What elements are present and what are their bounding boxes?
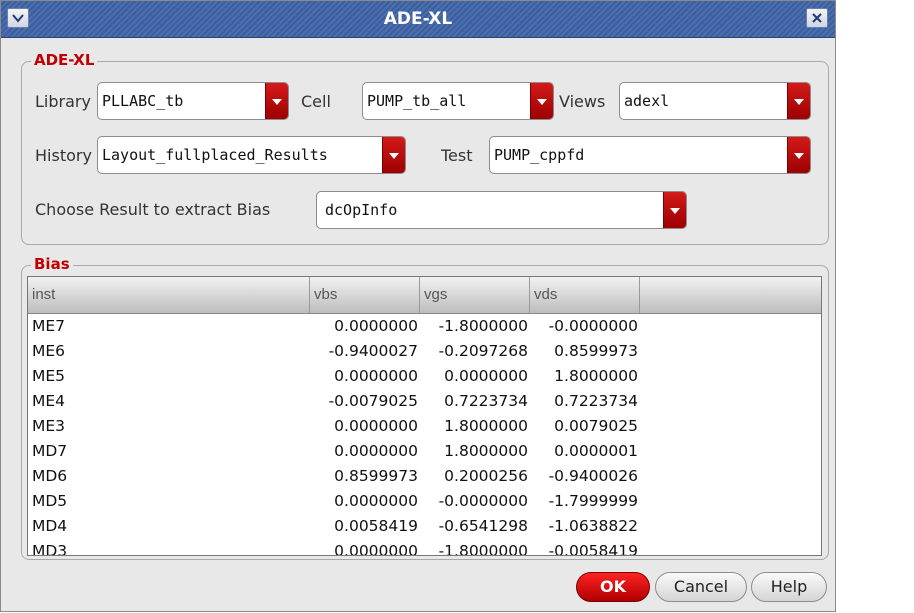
vds-cell: 0.0079025 bbox=[554, 417, 638, 435]
vbs-cell: 0.0000000 bbox=[334, 367, 418, 385]
inst-cell: ME5 bbox=[32, 367, 66, 385]
inst-cell: ME4 bbox=[32, 392, 66, 410]
vgs-cell: -0.0000000 bbox=[438, 492, 528, 510]
vbs-cell: 0.0000000 bbox=[334, 542, 418, 556]
test-combo[interactable]: PUMP_cppfd bbox=[489, 136, 811, 174]
vgs-cell: -1.8000000 bbox=[438, 542, 528, 556]
vbs-cell: 0.0000000 bbox=[334, 492, 418, 510]
history-value: Layout_fullplaced_Results bbox=[102, 146, 328, 164]
table-row[interactable]: MD6 0.8599973 0.2000256 -0.9400026 bbox=[28, 464, 821, 489]
history-combo[interactable]: Layout_fullplaced_Results bbox=[97, 136, 406, 174]
vgs-cell: 1.8000000 bbox=[444, 442, 528, 460]
library-combo[interactable]: PLLABC_tb bbox=[97, 82, 289, 120]
result-label: Choose Result to extract Bias bbox=[35, 200, 271, 219]
history-label: History bbox=[35, 146, 92, 165]
bias-table[interactable]: inst vbs vgs vds ME7 0.0000000 -1.8000000 -… bbox=[27, 276, 822, 556]
test-value: PUMP_cppfd bbox=[494, 146, 585, 164]
views-value: adexl bbox=[624, 92, 670, 110]
inst-cell: MD4 bbox=[32, 517, 68, 535]
table-row[interactable]: MD7 0.0000000 1.8000000 0.0000001 bbox=[28, 439, 821, 464]
vgs-cell: 0.7223734 bbox=[444, 392, 528, 410]
vds-cell: 0.8599973 bbox=[554, 342, 638, 360]
vgs-cell: 1.8000000 bbox=[444, 417, 528, 435]
vgs-cell: -1.8000000 bbox=[438, 317, 528, 335]
table-row[interactable]: MD4 0.0058419 -0.6541298 -1.0638822 bbox=[28, 514, 821, 539]
column-header-vds[interactable]: vds bbox=[530, 277, 640, 313]
vgs-cell: -0.2097268 bbox=[438, 342, 528, 360]
window-menu-button[interactable] bbox=[7, 8, 29, 28]
bias-group-label: Bias bbox=[31, 255, 73, 273]
window-close-button[interactable] bbox=[806, 8, 828, 28]
inst-cell: MD3 bbox=[32, 542, 68, 556]
vbs-cell: 0.0000000 bbox=[334, 417, 418, 435]
vbs-cell: 0.0058419 bbox=[334, 517, 418, 535]
result-combo[interactable]: dcOpInfo bbox=[316, 191, 687, 229]
vds-cell: 1.8000000 bbox=[554, 367, 638, 385]
vds-cell: -0.0058419 bbox=[548, 542, 638, 556]
vbs-cell: 0.0000000 bbox=[334, 442, 418, 460]
vbs-cell: -0.9400027 bbox=[328, 342, 418, 360]
dropdown-arrow-icon[interactable] bbox=[530, 83, 553, 119]
cell-value: PUMP_tb_all bbox=[367, 92, 467, 110]
adexl-group-label: ADE-XL bbox=[31, 51, 98, 69]
inst-cell: ME3 bbox=[32, 417, 66, 435]
inst-cell: MD7 bbox=[32, 442, 68, 460]
vgs-cell: 0.0000000 bbox=[444, 367, 528, 385]
vbs-cell: -0.0079025 bbox=[328, 392, 418, 410]
dropdown-arrow-icon[interactable] bbox=[265, 83, 288, 119]
views-combo[interactable]: adexl bbox=[619, 82, 811, 120]
vds-cell: 0.0000001 bbox=[554, 442, 638, 460]
column-header-vbs[interactable]: vbs bbox=[310, 277, 420, 313]
table-row[interactable]: ME6 -0.9400027 -0.2097268 0.8599973 bbox=[28, 339, 821, 364]
table-row[interactable]: MD5 0.0000000 -0.0000000 -1.7999999 bbox=[28, 489, 821, 514]
vds-cell: -0.9400026 bbox=[548, 467, 638, 485]
vds-cell: -1.0638822 bbox=[548, 517, 638, 535]
ade-xl-dialog: ADE-XL ADE-XL Library PLLABC_tb Cell PUM… bbox=[0, 0, 836, 612]
table-row[interactable]: ME7 0.0000000 -1.8000000 -0.0000000 bbox=[28, 314, 821, 339]
table-row[interactable]: ME4 -0.0079025 0.7223734 0.7223734 bbox=[28, 389, 821, 414]
close-icon bbox=[812, 13, 822, 23]
vgs-cell: -0.6541298 bbox=[438, 517, 528, 535]
inst-cell: ME6 bbox=[32, 342, 66, 360]
inst-cell: ME7 bbox=[32, 317, 66, 335]
column-header-vgs[interactable]: vgs bbox=[420, 277, 530, 313]
views-label: Views bbox=[559, 92, 606, 111]
dropdown-arrow-icon[interactable] bbox=[382, 137, 405, 173]
inst-cell: MD5 bbox=[32, 492, 68, 510]
table-row[interactable]: ME5 0.0000000 0.0000000 1.8000000 bbox=[28, 364, 821, 389]
inst-cell: MD6 bbox=[32, 467, 68, 485]
vbs-cell: 0.8599973 bbox=[334, 467, 418, 485]
vds-cell: -1.7999999 bbox=[548, 492, 638, 510]
dropdown-arrow-icon[interactable] bbox=[787, 137, 810, 173]
vbs-cell: 0.0000000 bbox=[334, 317, 418, 335]
dropdown-arrow-icon[interactable] bbox=[663, 192, 686, 228]
bias-table-header: inst vbs vgs vds bbox=[28, 277, 821, 314]
window-title: ADE-XL bbox=[383, 9, 453, 29]
table-row[interactable]: MD3 0.0000000 -1.8000000 -0.0058419 bbox=[28, 539, 821, 556]
cell-label: Cell bbox=[301, 92, 331, 111]
vds-cell: 0.7223734 bbox=[554, 392, 638, 410]
dropdown-arrow-icon[interactable] bbox=[787, 83, 810, 119]
title-bar[interactable]: ADE-XL bbox=[1, 1, 835, 38]
help-button[interactable]: Help bbox=[751, 572, 827, 602]
chevron-down-icon bbox=[12, 14, 24, 23]
ok-button[interactable]: OK bbox=[576, 572, 650, 602]
result-value: dcOpInfo bbox=[325, 201, 398, 219]
test-label: Test bbox=[441, 146, 473, 165]
vgs-cell: 0.2000256 bbox=[444, 467, 528, 485]
vds-cell: -0.0000000 bbox=[548, 317, 638, 335]
cell-combo[interactable]: PUMP_tb_all bbox=[362, 82, 554, 120]
cancel-button[interactable]: Cancel bbox=[655, 572, 747, 602]
column-header-inst[interactable]: inst bbox=[28, 277, 310, 313]
library-label: Library bbox=[35, 92, 91, 111]
table-row[interactable]: ME3 0.0000000 1.8000000 0.0079025 bbox=[28, 414, 821, 439]
library-value: PLLABC_tb bbox=[102, 92, 184, 110]
